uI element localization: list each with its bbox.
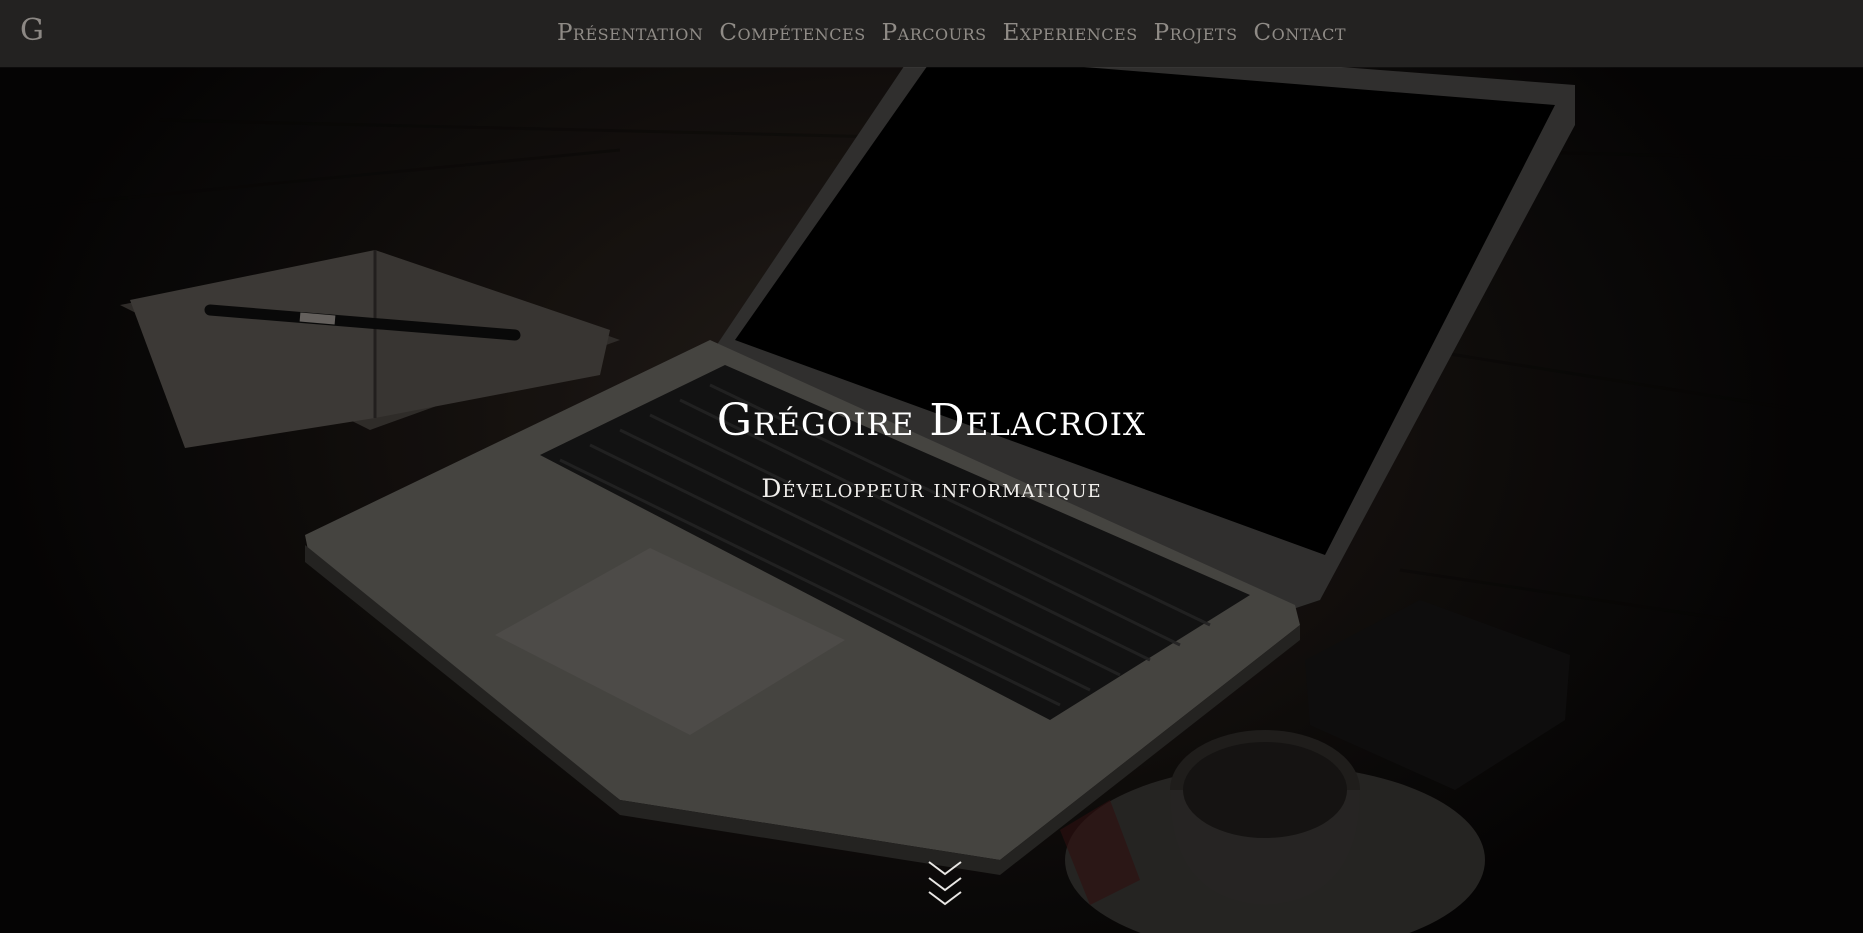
nav-item-competences[interactable]: Compétences bbox=[711, 0, 873, 67]
main-nav: Présentation Compétences Parcours Experi… bbox=[0, 0, 1863, 67]
top-navbar: G Présentation Compétences Parcours Expe… bbox=[0, 0, 1863, 67]
hero-subtitle: Développeur informatique bbox=[761, 474, 1102, 503]
nav-item-projets[interactable]: Projets bbox=[1146, 0, 1246, 67]
nav-item-presentation[interactable]: Présentation bbox=[549, 0, 711, 67]
nav-item-contact[interactable]: Contact bbox=[1246, 0, 1354, 67]
hero-title: Grégoire Delacroix bbox=[716, 395, 1147, 446]
hero-section: Grégoire Delacroix Développeur informati… bbox=[0, 395, 1863, 503]
nav-item-experiences[interactable]: Experiences bbox=[995, 0, 1146, 67]
page: G Présentation Compétences Parcours Expe… bbox=[0, 0, 1863, 933]
double-chevron-down-icon bbox=[928, 861, 962, 906]
scroll-down-button[interactable] bbox=[925, 858, 965, 912]
nav-item-parcours[interactable]: Parcours bbox=[874, 0, 995, 67]
